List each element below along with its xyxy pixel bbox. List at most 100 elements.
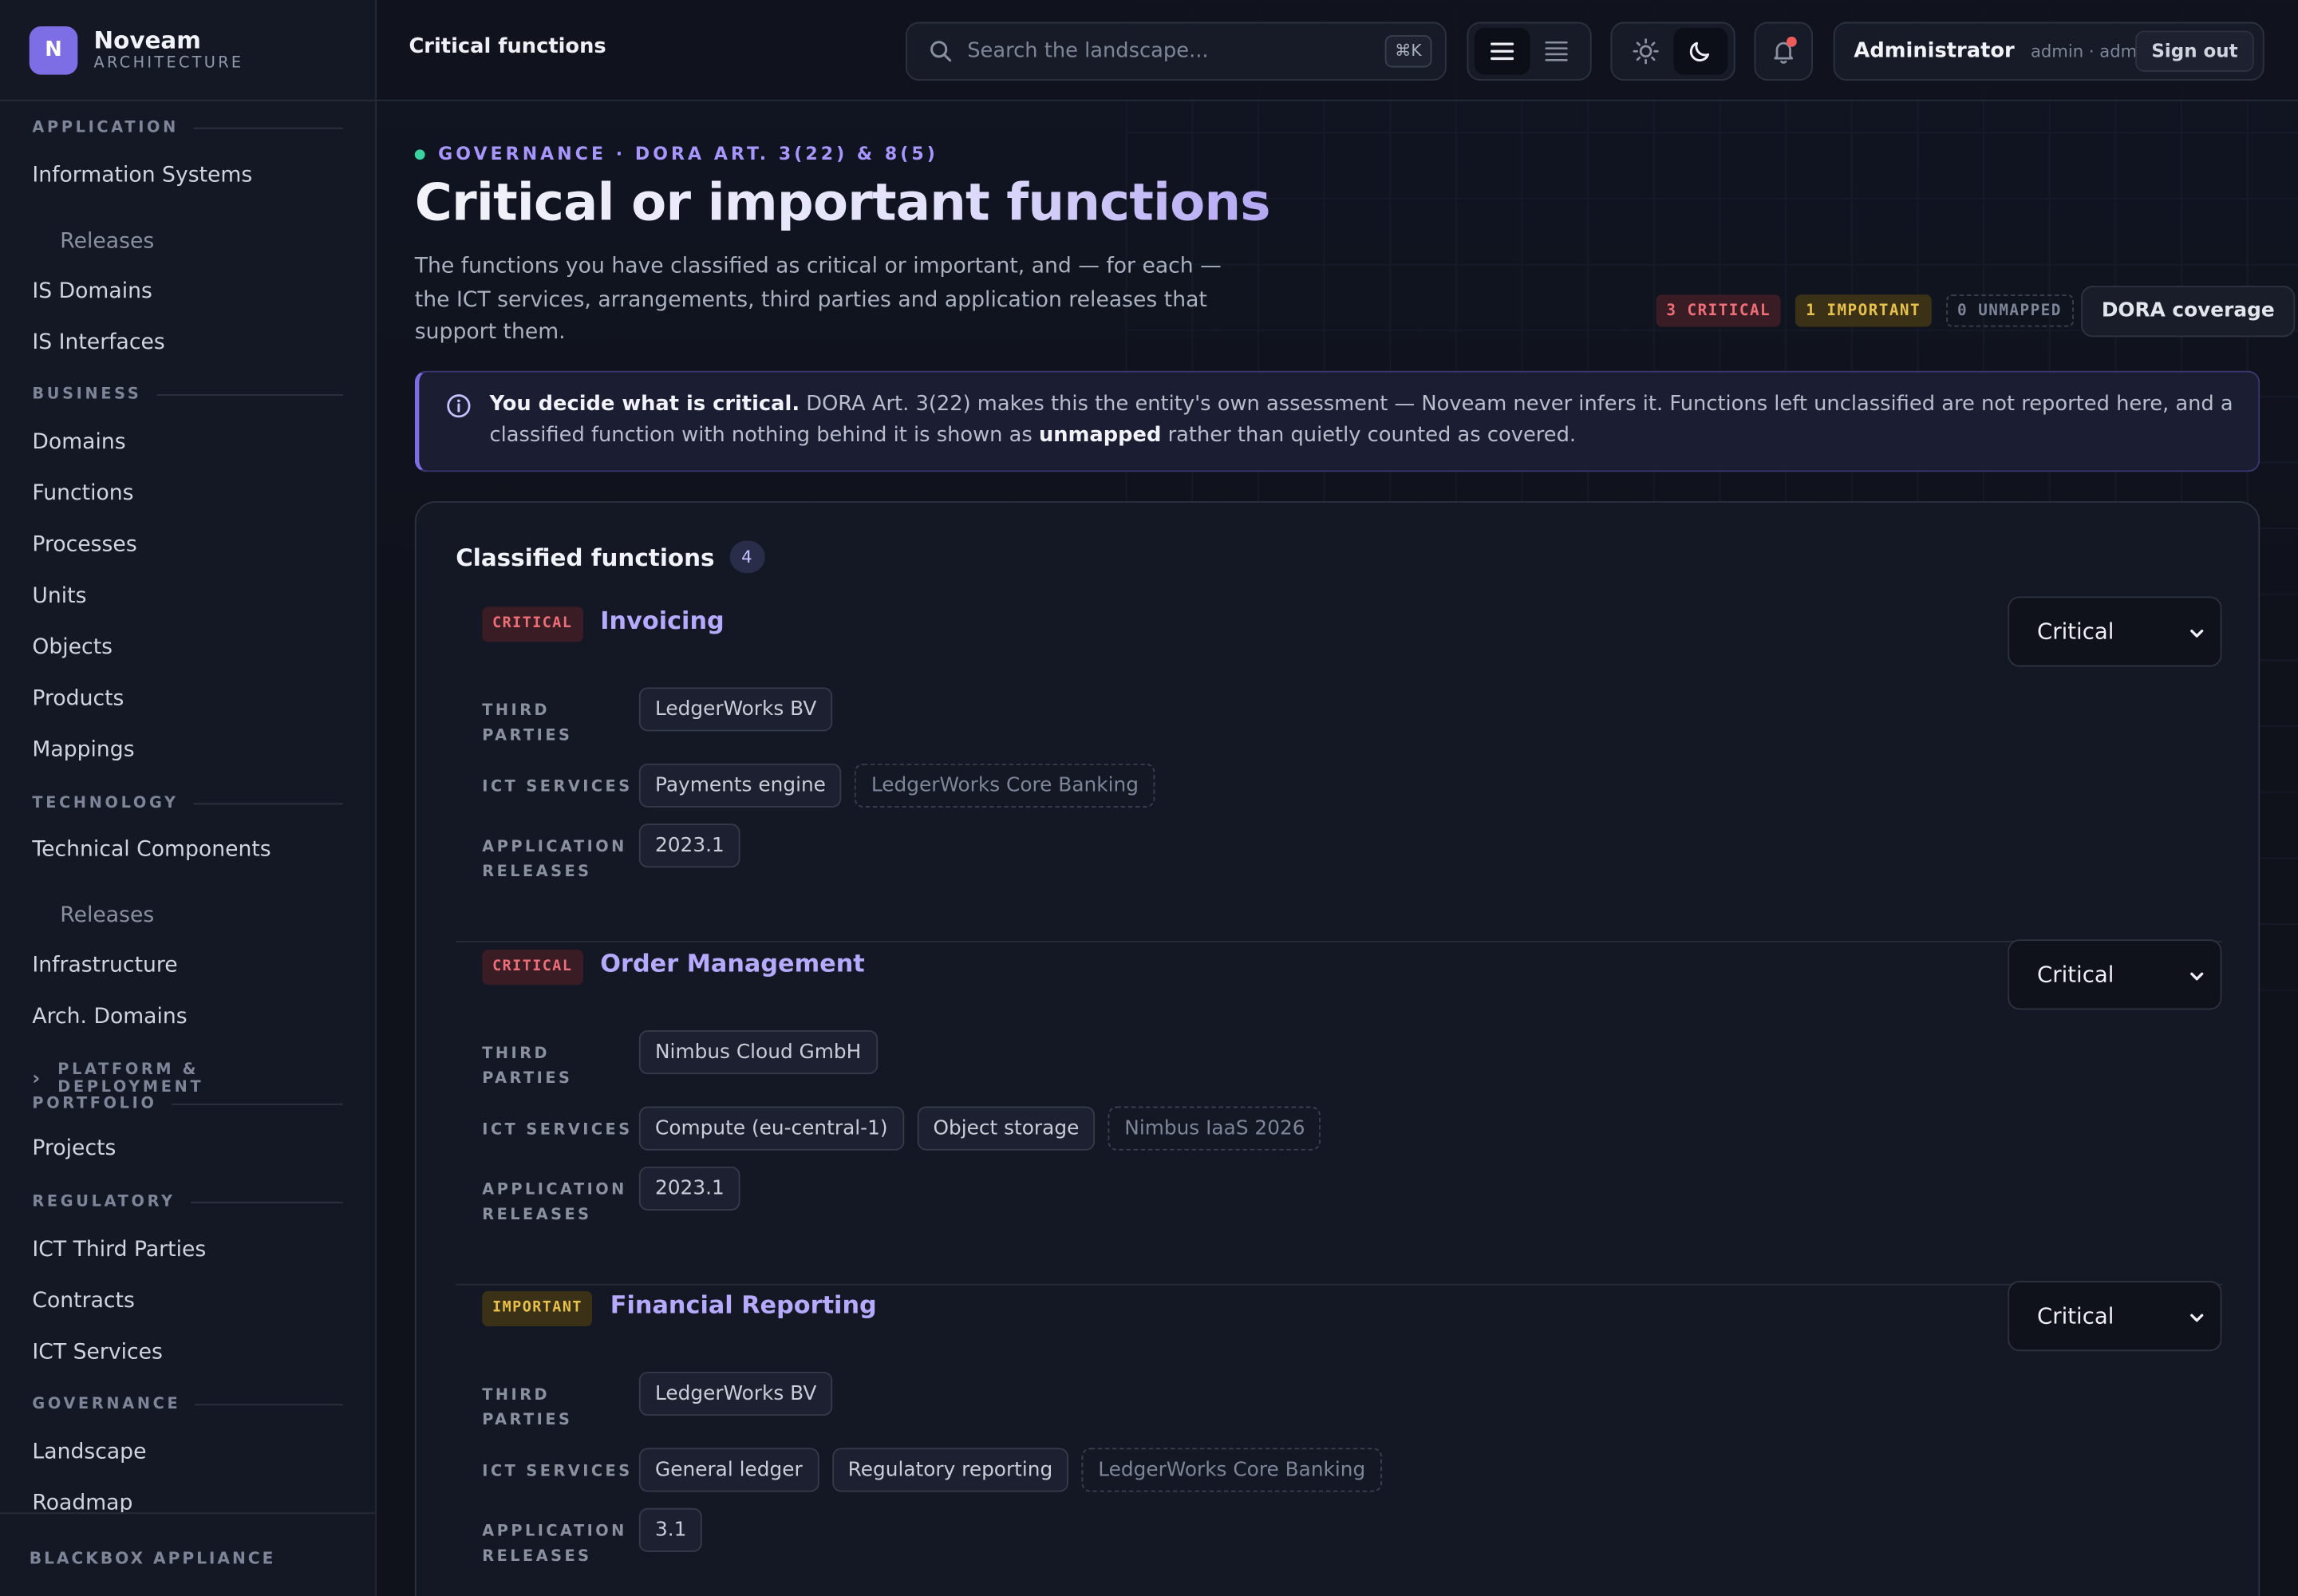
sign-out-button[interactable]: Sign out bbox=[2135, 30, 2254, 72]
sidebar-item-products[interactable]: Products bbox=[32, 685, 124, 712]
sidebar-item-contracts[interactable]: Contracts bbox=[32, 1288, 134, 1314]
info-icon bbox=[447, 394, 471, 418]
nav-section-governance: GOVERNANCE bbox=[32, 1395, 343, 1412]
chip-list: LedgerWorks BV bbox=[638, 687, 833, 732]
sidebar-item-information-systems[interactable]: Information Systems bbox=[32, 163, 252, 189]
classification-badge: CRITICAL bbox=[482, 606, 583, 642]
light-theme-button[interactable] bbox=[1618, 28, 1673, 75]
info-callout: You decide what is critical. DORA Art. 3… bbox=[414, 370, 2260, 472]
important-count-badge: 1 IMPORTANT bbox=[1795, 294, 1931, 327]
list-comfortable-button[interactable] bbox=[1474, 27, 1530, 75]
chevron-down-icon bbox=[2190, 1314, 2204, 1322]
function-name-link[interactable]: Financial Reporting bbox=[610, 1291, 877, 1319]
row-label: THIRD PARTIES bbox=[482, 1045, 573, 1088]
user-menu: Administrator admin · admin Sign out bbox=[1833, 22, 2264, 81]
sidebar-item-infrastructure[interactable]: Infrastructure bbox=[32, 953, 177, 979]
status-dot-icon bbox=[414, 148, 425, 160]
ict-service-chip[interactable]: Payments engine bbox=[638, 763, 843, 808]
third-party-chip[interactable]: LedgerWorks BV bbox=[638, 687, 833, 732]
release-chip[interactable]: 2023.1 bbox=[638, 1166, 740, 1211]
classification-select-value: Critical bbox=[2037, 1302, 2114, 1329]
sidebar-item-mappings[interactable]: Mappings bbox=[32, 737, 134, 764]
sidebar-footer: BLACKBOX APPLIANCE bbox=[0, 1512, 376, 1596]
third-party-chip[interactable]: LedgerWorks BV bbox=[638, 1371, 833, 1416]
info-emphasis: unmapped bbox=[1038, 423, 1162, 448]
classification-select-value: Critical bbox=[2037, 618, 2114, 646]
classification-select[interactable]: Critical bbox=[2008, 596, 2222, 667]
row-third-parties: THIRD PARTIES Nimbus Cloud GmbH bbox=[482, 1030, 878, 1092]
sidebar-item-units[interactable]: Units bbox=[32, 583, 86, 610]
unmapped-count-badge: 0 UNMAPPED bbox=[1945, 294, 2074, 327]
row-ict-services: ICT SERVICES General ledger Regulatory rep… bbox=[482, 1448, 1382, 1492]
sidebar-item-landscape[interactable]: Landscape bbox=[32, 1439, 146, 1465]
brand[interactable]: N Noveam ARCHITECTURE bbox=[0, 0, 376, 101]
sidebar-nav: APPLICATION Information Systems Releases IS… bbox=[0, 101, 375, 1513]
sidebar-item-arch-domains[interactable]: Arch. Domains bbox=[32, 1004, 187, 1030]
sidebar: N Noveam ARCHITECTURE APPLICATION Informa… bbox=[0, 0, 377, 1596]
classification-badge: CRITICAL bbox=[482, 950, 583, 986]
nav-section-platform-deployment[interactable]: › PLATFORM & DEPLOYMENT bbox=[32, 1061, 342, 1096]
classification-select[interactable]: Critical bbox=[2008, 939, 2222, 1010]
arrangement-chip[interactable]: LedgerWorks Core Banking bbox=[855, 763, 1155, 808]
search-icon bbox=[930, 41, 952, 62]
row-app-releases: APPLICATION RELEASES 3.1 bbox=[482, 1507, 703, 1570]
eyebrow-text: GOVERNANCE · DORA ART. 3(22) & 8(5) bbox=[438, 143, 938, 164]
row-app-releases: APPLICATION RELEASES 2023.1 bbox=[482, 824, 740, 885]
row-ict-services: ICT SERVICES Compute (eu-central-1) Object… bbox=[482, 1106, 1321, 1151]
function-name-link[interactable]: Invoicing bbox=[600, 606, 724, 634]
chevron-down-icon bbox=[2190, 972, 2204, 981]
nav-section-portfolio: PORTFOLIO bbox=[32, 1095, 343, 1112]
dark-theme-button[interactable] bbox=[1672, 27, 1728, 75]
third-party-chip[interactable]: Nimbus Cloud GmbH bbox=[638, 1030, 878, 1075]
row-label: THIRD PARTIES bbox=[482, 701, 573, 745]
row-third-parties: THIRD PARTIES LedgerWorks BV bbox=[482, 687, 833, 749]
function-row: CRITICAL Invoicing Critical THIRD PARTIES Le… bbox=[456, 596, 2222, 942]
classification-select-value: Critical bbox=[2037, 961, 2114, 988]
nav-section-title: BUSINESS bbox=[32, 385, 142, 404]
ict-service-chip[interactable]: Regulatory reporting bbox=[831, 1448, 1069, 1492]
sidebar-item-ict-services[interactable]: ICT Services bbox=[32, 1340, 162, 1366]
sidebar-item-is-interfaces[interactable]: IS Interfaces bbox=[32, 330, 164, 356]
sidebar-item-releases[interactable]: Releases bbox=[60, 228, 154, 255]
function-name-link[interactable]: Order Management bbox=[600, 950, 865, 978]
chip-list: LedgerWorks BV bbox=[638, 1371, 833, 1416]
list-compact-button[interactable] bbox=[1530, 28, 1585, 75]
chip-list: Compute (eu-central-1) Object storage Nimb… bbox=[638, 1106, 1321, 1151]
dora-coverage-button[interactable]: DORA coverage bbox=[2081, 286, 2296, 338]
density-toggle bbox=[1467, 22, 1592, 81]
ict-service-chip[interactable]: Compute (eu-central-1) bbox=[638, 1106, 904, 1151]
notification-dot bbox=[1786, 36, 1797, 47]
function-header: CRITICAL Invoicing bbox=[482, 599, 725, 642]
sidebar-item-ict-third-parties[interactable]: ICT Third Parties bbox=[32, 1237, 206, 1263]
sidebar-item-functions[interactable]: Functions bbox=[32, 480, 133, 507]
arrangement-chip[interactable]: Nimbus IaaS 2026 bbox=[1108, 1106, 1321, 1151]
search-input[interactable]: Search the landscape... ⌘K bbox=[906, 22, 1447, 81]
ict-service-chip[interactable]: General ledger bbox=[638, 1448, 819, 1492]
sidebar-item-technical-components[interactable]: Technical Components bbox=[32, 837, 270, 863]
sidebar-item-objects[interactable]: Objects bbox=[32, 634, 113, 661]
chip-list: General ledger Regulatory reporting Ledger… bbox=[638, 1448, 1382, 1492]
list-icon bbox=[1490, 42, 1514, 61]
sidebar-item-releases[interactable]: Releases bbox=[60, 903, 154, 929]
row-label: ICT SERVICES bbox=[482, 1120, 633, 1139]
function-count-badge: 4 bbox=[728, 540, 764, 574]
arrangement-chip[interactable]: LedgerWorks Core Banking bbox=[1082, 1448, 1382, 1492]
sidebar-item-roadmap[interactable]: Roadmap bbox=[32, 1491, 132, 1513]
sidebar-item-projects[interactable]: Projects bbox=[32, 1136, 116, 1162]
classification-select[interactable]: Critical bbox=[2008, 1281, 2222, 1352]
sidebar-item-processes[interactable]: Processes bbox=[32, 532, 136, 559]
sidebar-item-is-domains[interactable]: IS Domains bbox=[32, 279, 152, 305]
release-chip[interactable]: 2023.1 bbox=[638, 824, 740, 868]
nav-section-title: REGULATORY bbox=[32, 1192, 176, 1211]
critical-count-badge: 3 CRITICAL bbox=[1656, 294, 1781, 327]
info-text: You decide what is critical. DORA Art. 3… bbox=[489, 390, 2233, 452]
section-divider bbox=[193, 802, 343, 804]
chip-list: 2023.1 bbox=[638, 1166, 740, 1211]
release-chip[interactable]: 3.1 bbox=[638, 1507, 703, 1552]
sidebar-item-domains[interactable]: Domains bbox=[32, 429, 125, 456]
sun-icon bbox=[1633, 38, 1659, 65]
main-area: Critical functions Search the landscape.… bbox=[377, 0, 2298, 1596]
notifications-button[interactable] bbox=[1754, 22, 1813, 81]
user-meta: admin · admin bbox=[2030, 41, 2153, 62]
ict-service-chip[interactable]: Object storage bbox=[917, 1106, 1096, 1151]
